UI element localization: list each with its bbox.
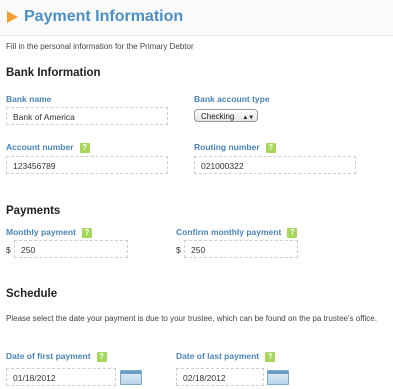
calendar-icon[interactable] xyxy=(120,370,142,385)
account-number-label-text: Account number xyxy=(6,142,74,152)
monthly-payment-label-text: Monthly payment xyxy=(6,227,76,237)
first-payment-date-label-text: Date of first payment xyxy=(6,351,91,361)
help-icon[interactable]: ? xyxy=(265,351,276,362)
first-payment-date-input[interactable]: 01/18/2012 xyxy=(6,368,116,386)
account-number-input[interactable]: 123456789 xyxy=(6,156,168,174)
schedule-description: Please select the date your payment is d… xyxy=(6,314,377,323)
bank-name-label: Bank name xyxy=(6,94,52,104)
help-icon[interactable]: ? xyxy=(96,351,107,362)
bank-name-input[interactable]: Bank of America xyxy=(6,107,168,125)
schedule-section-title: Schedule xyxy=(6,288,58,300)
confirm-payment-input[interactable]: 250 xyxy=(184,240,298,258)
confirm-payment-label: Confirm monthly payment? xyxy=(176,227,298,238)
intro-text: Fill in the personal information for the… xyxy=(6,42,194,51)
help-icon[interactable]: ? xyxy=(265,142,276,153)
payments-section-title: Payments xyxy=(6,205,61,217)
help-icon[interactable]: ? xyxy=(79,142,90,153)
currency-symbol: $ xyxy=(176,245,181,255)
select-arrows-icon: ▲▼ xyxy=(242,115,255,121)
last-payment-date-label-text: Date of last payment xyxy=(176,351,260,361)
last-payment-date-label: Date of last payment? xyxy=(176,351,276,362)
page-title: Payment Information xyxy=(24,8,184,25)
bank-section-title: Bank Information xyxy=(6,67,101,79)
last-payment-date-input[interactable]: 02/18/2012 xyxy=(176,368,264,386)
account-type-select[interactable]: Checking ▲▼ xyxy=(194,109,258,122)
help-icon[interactable]: ? xyxy=(287,227,298,238)
help-icon[interactable]: ? xyxy=(81,227,92,238)
calendar-icon[interactable] xyxy=(267,370,289,385)
routing-number-label: Routing number? xyxy=(194,142,276,153)
arrow-right-icon xyxy=(7,11,18,23)
routing-number-label-text: Routing number xyxy=(194,142,260,152)
currency-symbol: $ xyxy=(6,245,11,255)
routing-number-input[interactable]: 021000322 xyxy=(194,156,356,174)
account-type-label: Bank account type xyxy=(194,94,270,104)
account-type-value: Checking xyxy=(201,112,235,121)
monthly-payment-input[interactable]: 250 xyxy=(14,240,128,258)
account-number-label: Account number? xyxy=(6,142,90,153)
header-bar: Payment Information xyxy=(0,0,393,36)
confirm-payment-label-text: Confirm monthly payment xyxy=(176,227,282,237)
first-payment-date-label: Date of first payment? xyxy=(6,351,107,362)
monthly-payment-label: Monthly payment? xyxy=(6,227,92,238)
